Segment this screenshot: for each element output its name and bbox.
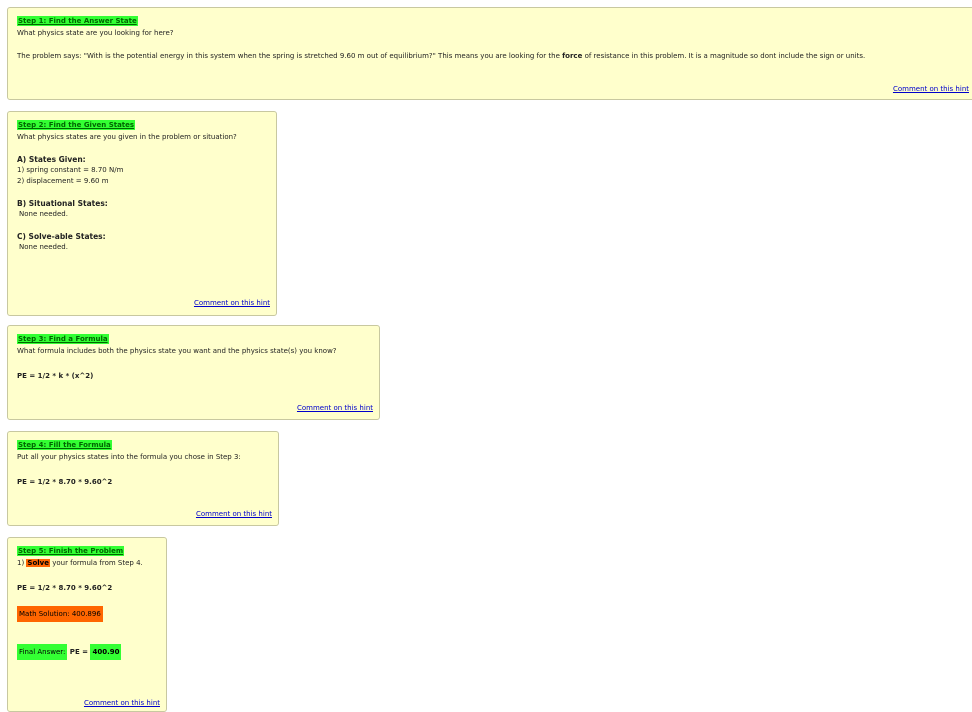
hint-step-5: Step 5: Finish the Problem 1) Solve your… bbox=[7, 537, 167, 712]
hint-step-1: Step 1: Find the Answer State What physi… bbox=[7, 7, 972, 100]
step-4-title[interactable]: Step 4: Fill the Formula bbox=[17, 440, 112, 450]
step-5-comment-link[interactable]: Comment on this hint bbox=[84, 698, 160, 709]
step-5-instruction: 1) Solve your formula from Step 4. bbox=[17, 559, 143, 567]
final-answer: Final Answer: PE = 400.90 bbox=[17, 644, 158, 660]
step-5-title[interactable]: Step 5: Finish the Problem bbox=[17, 546, 125, 556]
step-4-formula: PE = 1/2 * 8.70 * 9.60^2 bbox=[17, 478, 113, 486]
step-3-title[interactable]: Step 3: Find a Formula bbox=[17, 334, 109, 344]
solve-highlight: Solve bbox=[26, 559, 50, 567]
step-4-question: Put all your physics states into the for… bbox=[17, 453, 241, 461]
step-4-comment-link[interactable]: Comment on this hint bbox=[196, 509, 272, 520]
step-3-comment-link[interactable]: Comment on this hint bbox=[297, 403, 373, 414]
hint-step-2: Step 2: Find the Given States What physi… bbox=[7, 111, 277, 316]
hint-step-3: Step 3: Find a Formula What formula incl… bbox=[7, 325, 380, 420]
situational-states-text: None needed. bbox=[19, 210, 68, 218]
step-5-formula: PE = 1/2 * 8.70 * 9.60^2 bbox=[17, 584, 113, 592]
given-state-2: 2) displacement = 9.60 m bbox=[17, 177, 109, 185]
step-2-title[interactable]: Step 2: Find the Given States bbox=[17, 120, 136, 130]
situational-states-heading: B) Situational States: bbox=[17, 199, 108, 208]
solvable-states-heading: C) Solve-able States: bbox=[17, 232, 106, 241]
step-2-comment-link[interactable]: Comment on this hint bbox=[194, 298, 270, 309]
states-given-heading: A) States Given: bbox=[17, 155, 86, 164]
step-1-title[interactable]: Step 1: Find the Answer State bbox=[17, 16, 138, 26]
math-solution: Math Solution: 400.896 bbox=[17, 606, 103, 622]
step-2-question: What physics states are you given in the… bbox=[17, 133, 237, 141]
hint-step-4: Step 4: Fill the Formula Put all your ph… bbox=[7, 431, 279, 526]
solvable-states-text: None needed. bbox=[19, 243, 68, 251]
step-1-comment-link[interactable]: Comment on this hint bbox=[893, 84, 969, 95]
final-answer-value: 400.90 bbox=[90, 644, 122, 660]
final-answer-label: Final Answer: bbox=[17, 644, 68, 660]
step-1-explanation: The problem says: "With is the potential… bbox=[17, 52, 866, 60]
step-3-formula: PE = 1/2 * k * (x^2) bbox=[17, 372, 94, 380]
step-1-question: What physics state are you looking for h… bbox=[17, 29, 174, 37]
given-state-1: 1) spring constant = 8.70 N/m bbox=[17, 166, 124, 174]
step-3-question: What formula includes both the physics s… bbox=[17, 347, 337, 355]
